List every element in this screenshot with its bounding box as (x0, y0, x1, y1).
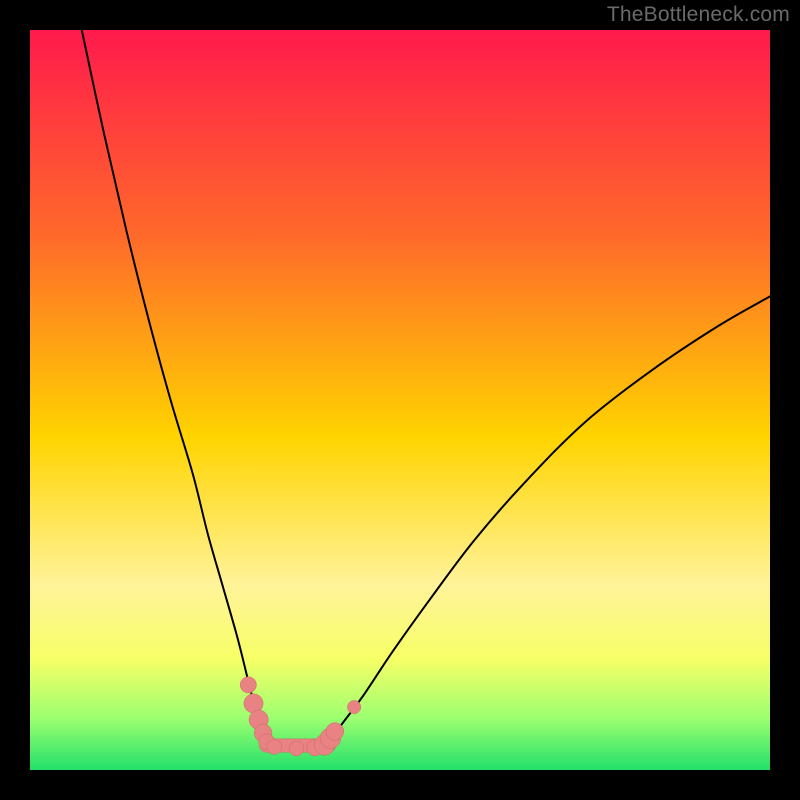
chart-frame: TheBottleneck.com (0, 0, 800, 800)
marker-dot (240, 677, 256, 693)
chart-svg (30, 30, 770, 770)
plot-area (30, 30, 770, 770)
gradient-background (30, 30, 770, 770)
marker-dot (289, 741, 304, 756)
marker-dot (267, 740, 282, 755)
watermark-label: TheBottleneck.com (607, 3, 790, 27)
marker-dot (326, 723, 344, 741)
marker-dot (347, 700, 360, 713)
